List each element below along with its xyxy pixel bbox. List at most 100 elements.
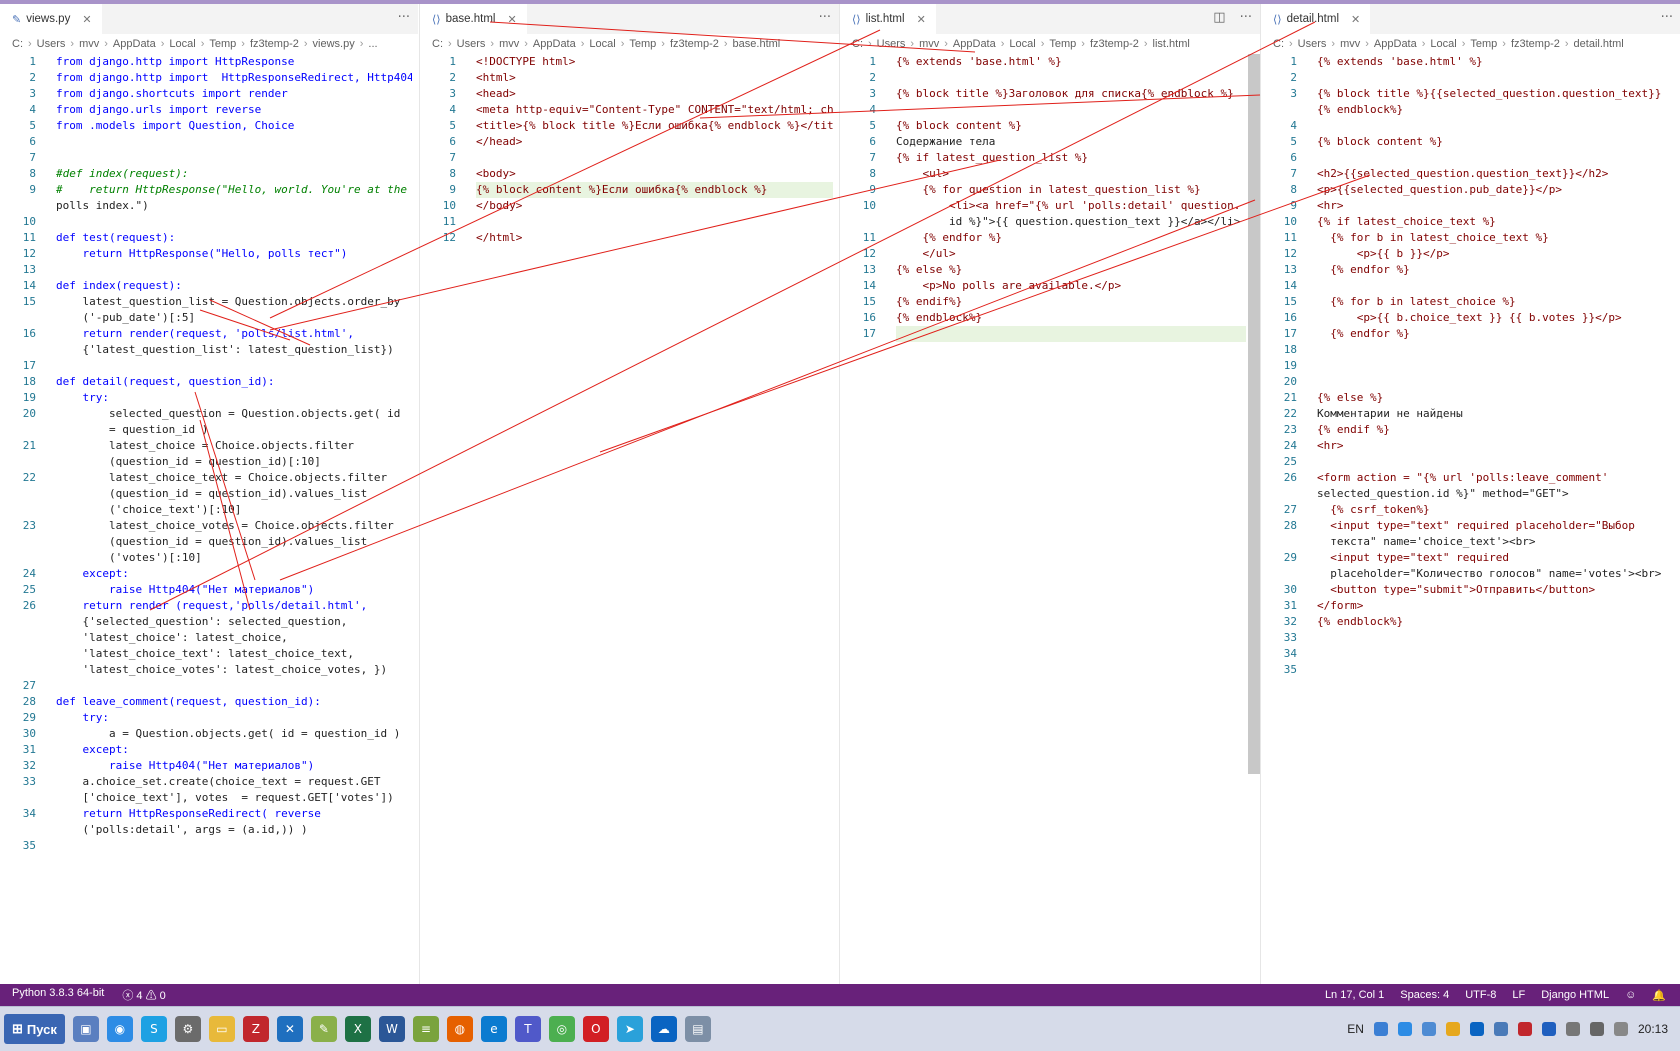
- code-line[interactable]: {% extends 'base.html' %}: [1317, 54, 1675, 70]
- close-icon[interactable]: ✕: [917, 13, 926, 26]
- breadcrumb-segment[interactable]: fz3temp-2: [1511, 38, 1560, 50]
- onedrive-icon[interactable]: ☁: [650, 1016, 677, 1042]
- code-line[interactable]: 'latest_choice_text': latest_choice_text…: [56, 646, 412, 662]
- code-line[interactable]: selected_question = Question.objects.get…: [56, 406, 412, 422]
- code-line[interactable]: raise Http404("Нет материалов"): [56, 758, 412, 774]
- code-line[interactable]: polls index."): [56, 198, 412, 214]
- code-line[interactable]: from django.http import HttpResponseRedi…: [56, 70, 412, 86]
- code-line[interactable]: latest_choice_votes = Choice.objects.fil…: [56, 518, 412, 534]
- file-explorer-icon[interactable]: ▭: [208, 1016, 235, 1042]
- code-line[interactable]: <form action = "{% url 'polls:leave_comm…: [1317, 470, 1675, 486]
- security-tray-icon[interactable]: [1445, 1022, 1460, 1036]
- code-line[interactable]: <p>{{ b }}</p>: [1317, 246, 1675, 262]
- code-line[interactable]: </html>: [476, 230, 833, 246]
- close-icon[interactable]: ✕: [82, 13, 91, 26]
- code-line[interactable]: a = Question.objects.get( id = question_…: [56, 726, 412, 742]
- code-line[interactable]: <html>: [476, 70, 833, 86]
- code-line[interactable]: return HttpResponseRedirect( reverse: [56, 806, 412, 822]
- code-line[interactable]: <body>: [476, 166, 833, 182]
- code-line[interactable]: return render(request, 'polls/list.html'…: [56, 326, 412, 342]
- code-line[interactable]: # return HttpResponse("Hello, world. You…: [56, 182, 412, 198]
- edge-icon[interactable]: e: [480, 1016, 507, 1042]
- battery-icon[interactable]: [1565, 1022, 1580, 1036]
- word-icon[interactable]: W: [378, 1016, 405, 1042]
- code-line[interactable]: {% endfor %}: [1317, 262, 1675, 278]
- encoding[interactable]: UTF-8: [1465, 989, 1496, 1002]
- code-line[interactable]: {% endif%}: [896, 294, 1254, 310]
- code-line[interactable]: except:: [56, 566, 412, 582]
- breadcrumb-segment[interactable]: AppData: [1374, 38, 1417, 50]
- code-line[interactable]: текста" name='choice_text'><br>: [1317, 534, 1675, 550]
- breadcrumb-segment[interactable]: C:: [1273, 38, 1284, 50]
- code-line[interactable]: def leave_comment(request, question_id):: [56, 694, 412, 710]
- code-line[interactable]: {% endblock%}: [1317, 614, 1675, 630]
- code-line[interactable]: {% block content %}: [896, 118, 1254, 134]
- code-line[interactable]: <p>{{ b.choice_text }} {{ b.votes }}</p>: [1317, 310, 1675, 326]
- cursor-position[interactable]: Ln 17, Col 1: [1325, 989, 1384, 1002]
- code-area[interactable]: 1 {% extends 'base.html' %} 2 3 {% block tit…: [840, 54, 1260, 984]
- teams-icon[interactable]: T: [514, 1016, 541, 1042]
- telegram-icon[interactable]: ➤: [616, 1016, 643, 1042]
- end-of-line[interactable]: LF: [1512, 989, 1525, 1002]
- code-line[interactable]: {% else %}: [896, 262, 1254, 278]
- code-line[interactable]: <h2>{{selected_question.question_text}}<…: [1317, 166, 1675, 182]
- close-icon[interactable]: ✕: [507, 13, 516, 26]
- code-line[interactable]: <input type="text" required: [1317, 550, 1675, 566]
- breadcrumb-segment[interactable]: C:: [432, 38, 443, 50]
- code-line[interactable]: id %}">{{ question.question_text }}</a><…: [896, 214, 1254, 230]
- split-editor-icon[interactable]: ◫: [1213, 10, 1225, 25]
- code-line[interactable]: try:: [56, 710, 412, 726]
- code-line[interactable]: {% endfor %}: [1317, 326, 1675, 342]
- more-actions-icon[interactable]: ···: [819, 10, 831, 25]
- breadcrumb-segment[interactable]: Temp: [629, 38, 656, 50]
- vscode-icon[interactable]: ✕: [276, 1016, 303, 1042]
- excel-icon[interactable]: X: [344, 1016, 371, 1042]
- chrome-icon[interactable]: ◎: [548, 1016, 575, 1042]
- code-line[interactable]: from django.shortcuts import render: [56, 86, 412, 102]
- code-line[interactable]: <button type="submit">Отправить</button>: [1317, 582, 1675, 598]
- code-line[interactable]: <!DOCTYPE html>: [476, 54, 833, 70]
- breadcrumb-segment[interactable]: mvv: [79, 38, 99, 50]
- code-line[interactable]: {% block title %}{{selected_question.que…: [1317, 86, 1675, 102]
- code-line[interactable]: {% block content %}: [1317, 134, 1675, 150]
- breadcrumb-segment[interactable]: base.html: [733, 38, 781, 50]
- code-line[interactable]: ('votes')[:10]: [56, 550, 412, 566]
- breadcrumb-segment[interactable]: fz3temp-2: [670, 38, 719, 50]
- notepad-icon[interactable]: ✎: [310, 1016, 337, 1042]
- code-line[interactable]: </form>: [1317, 598, 1675, 614]
- code-line[interactable]: {% if latest_choice_text %}: [1317, 214, 1675, 230]
- code-line[interactable]: latest_choice_text = Choice.objects.filt…: [56, 470, 412, 486]
- code-line[interactable]: 'latest_choice': latest_choice,: [56, 630, 412, 646]
- code-line[interactable]: raise Http404("Нет материалов"): [56, 582, 412, 598]
- breadcrumb-segment[interactable]: detail.html: [1574, 38, 1624, 50]
- code-line[interactable]: <head>: [476, 86, 833, 102]
- code-line[interactable]: </head>: [476, 134, 833, 150]
- code-line[interactable]: {% endfor %}: [896, 230, 1254, 246]
- code-line[interactable]: (question_id = question_id)[:10]: [56, 454, 412, 470]
- start-button[interactable]: ⊞ Пуск: [4, 1014, 65, 1044]
- code-line[interactable]: <hr>: [1317, 198, 1675, 214]
- breadcrumb-segment[interactable]: Users: [457, 38, 486, 50]
- code-line[interactable]: {% endblock%}: [896, 310, 1254, 326]
- volume-icon[interactable]: [1613, 1022, 1628, 1036]
- language-indicator[interactable]: EN: [1347, 1022, 1364, 1036]
- breadcrumb-segment[interactable]: Users: [1298, 38, 1327, 50]
- breadcrumb-segment[interactable]: Users: [37, 38, 66, 50]
- breadcrumb-segment[interactable]: AppData: [953, 38, 996, 50]
- code-line[interactable]: def detail(request, question_id):: [56, 374, 412, 390]
- code-line[interactable]: return HttpResponse("Hello, polls тест"): [56, 246, 412, 262]
- onedrive-tray-icon[interactable]: [1373, 1022, 1388, 1036]
- filezilla-tray-icon[interactable]: [1517, 1022, 1532, 1036]
- code-line[interactable]: return render (request,'polls/detail.htm…: [56, 598, 412, 614]
- breadcrumb-segment[interactable]: Local: [169, 38, 195, 50]
- code-line[interactable]: {'selected_question': selected_question,: [56, 614, 412, 630]
- python-interpreter[interactable]: Python 3.8.3 64-bit: [12, 987, 104, 1003]
- code-line[interactable]: {% for b in latest_choice %}: [1317, 294, 1675, 310]
- indentation[interactable]: Spaces: 4: [1400, 989, 1449, 1002]
- code-line[interactable]: ('choice_text')[:10]: [56, 502, 412, 518]
- bluetooth-icon[interactable]: [1541, 1022, 1556, 1036]
- breadcrumb-segment[interactable]: Local: [1430, 38, 1456, 50]
- breadcrumb-segment[interactable]: Temp: [1470, 38, 1497, 50]
- breadcrumb-segment[interactable]: AppData: [113, 38, 156, 50]
- code-line[interactable]: 'latest_choice_votes': latest_choice_vot…: [56, 662, 412, 678]
